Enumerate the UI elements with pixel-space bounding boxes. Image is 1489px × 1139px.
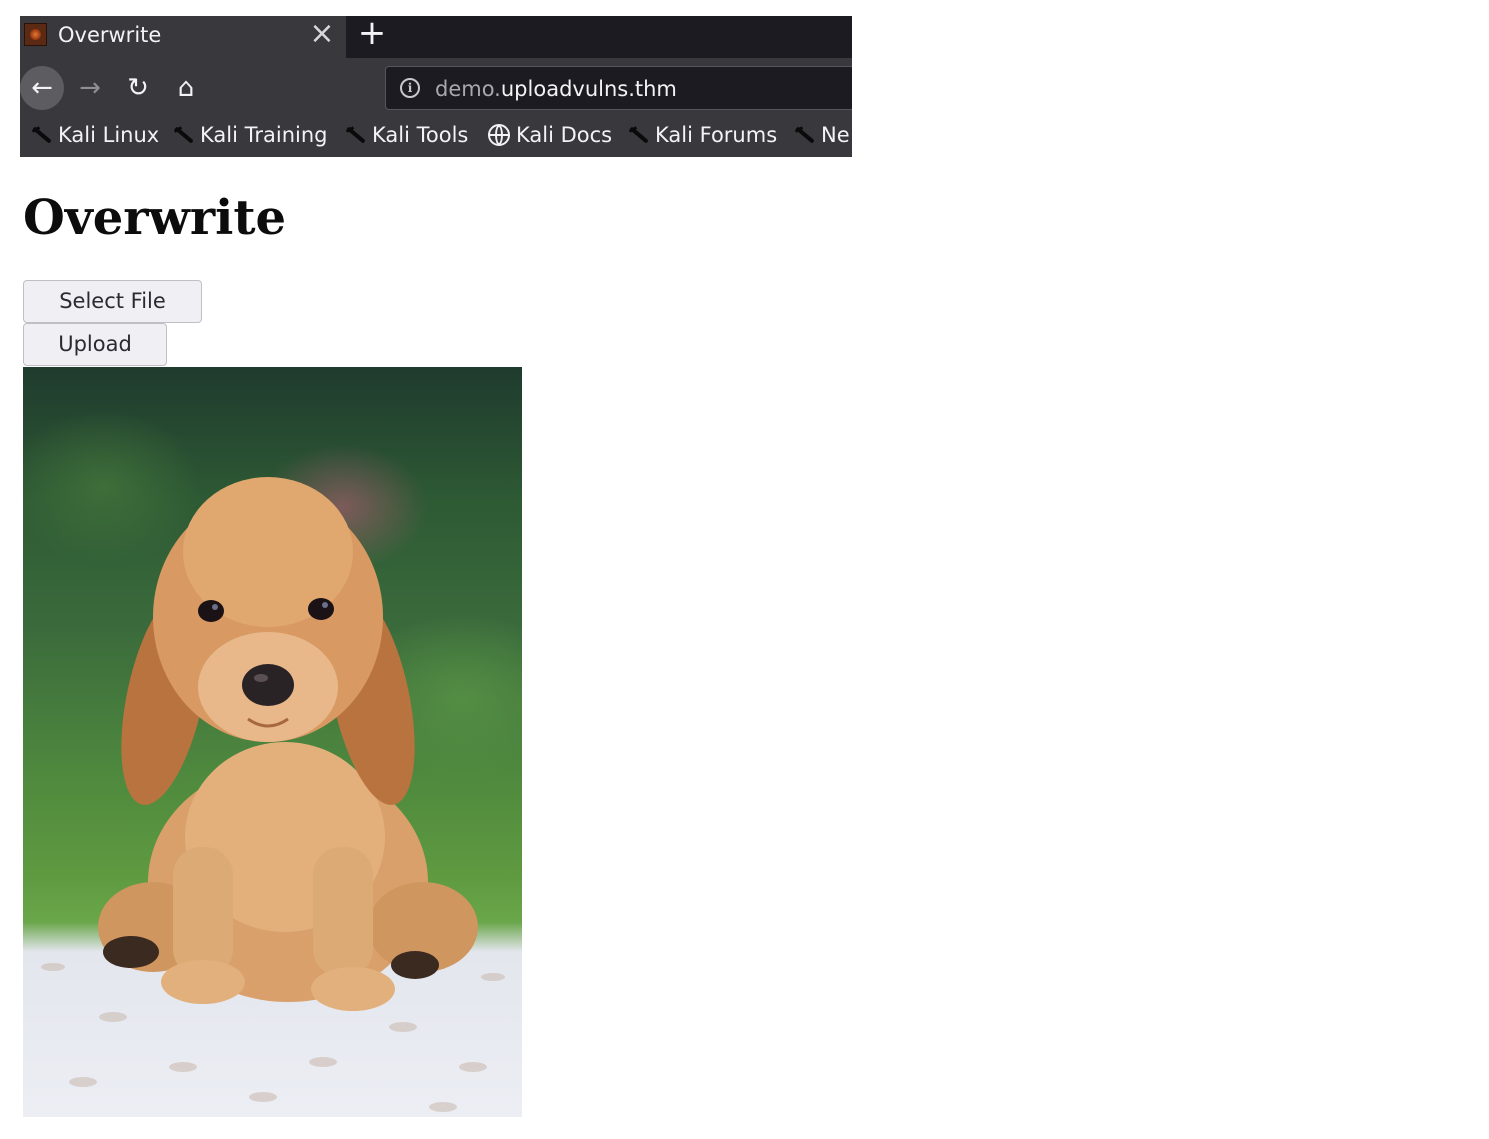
url-text[interactable]: demo.uploadvulns.thm xyxy=(435,75,677,103)
bookmark-ne[interactable]: Ne xyxy=(793,120,850,150)
url-host: uploadvulns.thm xyxy=(500,77,677,101)
page-title: Overwrite xyxy=(23,190,287,246)
bookmark-kali-tools[interactable]: Kali Tools xyxy=(344,120,468,150)
kali-dragon-icon xyxy=(793,124,815,146)
tab-strip: Overwrite × + xyxy=(20,16,852,58)
bookmark-label: Kali Training xyxy=(200,123,328,147)
kali-dragon-icon xyxy=(627,124,649,146)
bookmark-kali-forums[interactable]: Kali Forums xyxy=(627,120,777,150)
address-bar[interactable]: i demo.uploadvulns.thm xyxy=(385,66,852,110)
kali-dragon-icon xyxy=(344,124,366,146)
active-tab[interactable]: Overwrite × xyxy=(20,16,346,58)
bookmarks-toolbar: Kali Linux Kali Training Kali Tools Kali… xyxy=(20,114,852,157)
kali-dragon-icon xyxy=(30,124,52,146)
new-tab-button[interactable]: + xyxy=(356,16,388,50)
bookmark-label: Kali Linux xyxy=(58,123,160,147)
upload-button[interactable]: Upload xyxy=(23,323,167,366)
reload-button[interactable]: ↻ xyxy=(118,68,158,108)
site-info-icon[interactable]: i xyxy=(400,78,420,98)
forward-button[interactable]: → xyxy=(70,68,110,108)
tab-title: Overwrite xyxy=(58,23,162,47)
favicon-icon xyxy=(24,23,47,46)
browser-chrome: Overwrite × + ← → ↻ ⌂ i demo.uploadvulns… xyxy=(20,16,852,157)
navigation-toolbar: ← → ↻ ⌂ i demo.uploadvulns.thm xyxy=(20,58,852,114)
bookmark-label: Kali Tools xyxy=(372,123,469,147)
bookmark-label: Kali Docs xyxy=(516,123,613,147)
select-file-button[interactable]: Select File xyxy=(23,280,202,323)
home-button[interactable]: ⌂ xyxy=(166,68,206,108)
kali-dragon-icon xyxy=(172,124,194,146)
bookmark-kali-docs[interactable]: Kali Docs xyxy=(488,120,612,150)
bookmark-label: Kali Forums xyxy=(655,123,778,147)
back-button[interactable]: ← xyxy=(20,66,64,110)
close-tab-icon[interactable]: × xyxy=(308,18,336,50)
globe-icon xyxy=(488,124,510,146)
bookmark-kali-linux[interactable]: Kali Linux xyxy=(30,120,159,150)
uploaded-image xyxy=(23,367,522,1117)
puppy-illustration xyxy=(41,477,505,1112)
bookmark-label: Ne xyxy=(821,123,850,147)
url-subdomain: demo. xyxy=(435,77,501,101)
bookmark-kali-training[interactable]: Kali Training xyxy=(172,120,327,150)
